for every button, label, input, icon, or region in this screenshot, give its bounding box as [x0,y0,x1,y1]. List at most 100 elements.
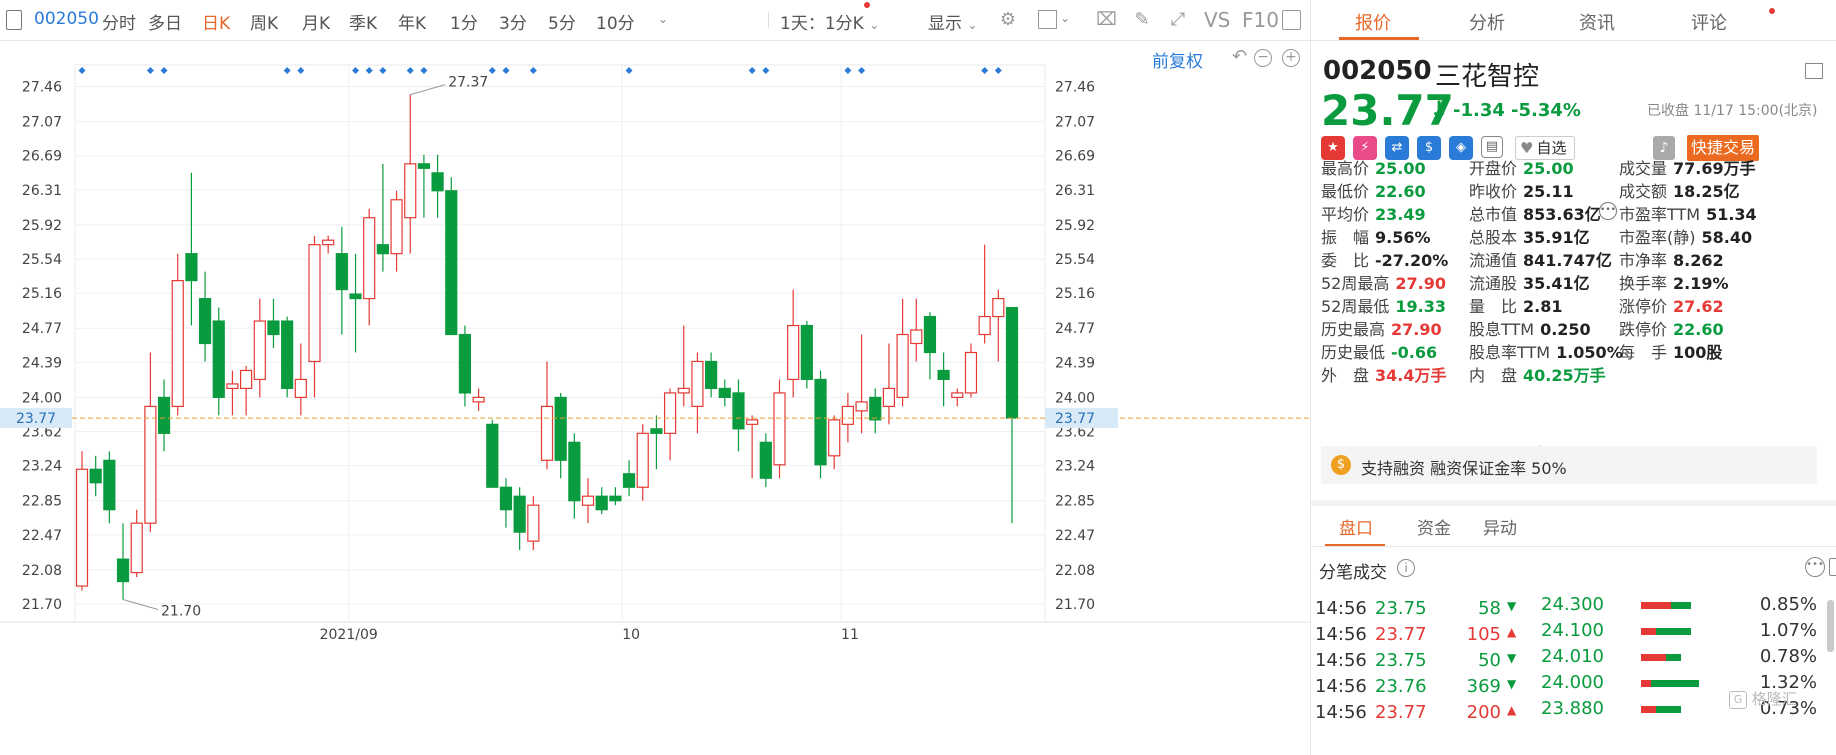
expand-icon[interactable] [1829,558,1836,576]
candle[interactable] [171,253,184,416]
event-marker[interactable] [981,67,989,74]
event-marker[interactable] [858,67,866,74]
undo-icon[interactable]: ↶ [1232,46,1247,67]
candle[interactable] [527,496,540,551]
display-select[interactable]: 显示 ⌄ [928,9,977,34]
candlestick-chart[interactable]: 27.46 27.07 26.69 26.31 25.92 25.54 25.16 24.77… [0,40,1310,755]
period-tab-9[interactable]: 5分 [548,9,576,34]
candle[interactable] [431,154,444,218]
candle[interactable] [705,352,718,398]
panel-collapse-icon[interactable] [1282,10,1301,30]
candle[interactable] [568,433,581,519]
candle[interactable] [746,415,759,479]
tab-2[interactable]: 资讯 [1579,9,1615,35]
event-marker[interactable] [283,67,291,74]
candle[interactable] [773,379,786,479]
candle[interactable] [281,316,294,398]
candle[interactable] [595,487,608,515]
camera-icon[interactable]: ⌧ [1096,10,1117,30]
candle[interactable] [253,298,266,398]
candle[interactable] [417,154,431,218]
period-tab-3[interactable]: 周K [250,9,278,34]
candle[interactable] [75,451,89,591]
period-tab-6[interactable]: 年K [398,9,426,34]
candle[interactable] [294,343,307,416]
candle[interactable] [787,289,800,398]
candle[interactable] [869,388,882,434]
candle[interactable] [964,343,978,398]
event-marker[interactable] [146,67,154,74]
event-marker[interactable] [748,67,756,74]
sidebar-toggle-icon[interactable] [6,10,22,30]
period-tab-8[interactable]: 3分 [499,9,527,34]
candle[interactable] [322,235,335,254]
layout-icon[interactable] [1805,63,1823,79]
candle[interactable] [212,307,225,416]
candle[interactable] [513,487,526,551]
subtab-1[interactable]: 资金 [1417,514,1451,539]
more-icon[interactable]: ••• [1599,202,1617,220]
candle[interactable] [923,312,937,380]
candle[interactable] [486,419,499,488]
candle[interactable] [581,478,595,524]
chevron-down-icon[interactable]: ⌄ [1060,11,1070,25]
event-marker[interactable] [406,67,414,74]
candle[interactable] [185,172,198,326]
candle[interactable] [103,451,116,524]
candle[interactable] [226,370,239,416]
candle[interactable] [937,352,950,407]
candle[interactable] [472,388,485,411]
event-marker[interactable] [160,67,168,74]
candle[interactable] [828,415,841,470]
candle[interactable] [718,379,731,407]
candle[interactable] [910,298,923,362]
event-marker[interactable] [994,67,1002,74]
period-tab-4[interactable]: 月K [302,9,330,34]
tab-1[interactable]: 分析 [1469,9,1505,35]
period-tab-5[interactable]: 季K [349,9,377,34]
candle[interactable] [691,352,704,434]
color-box-icon[interactable] [1038,10,1057,29]
candle[interactable] [882,343,896,425]
candle[interactable] [130,509,143,578]
candle[interactable] [499,478,513,528]
fullscreen-icon[interactable]: ⤢ [1168,10,1188,30]
candle[interactable] [814,370,827,479]
more-options-icon[interactable]: ••• [1805,557,1825,577]
candle[interactable] [951,388,964,407]
period-tab-2[interactable]: 日K [202,9,230,34]
candle[interactable] [677,325,690,407]
event-marker[interactable] [529,67,537,74]
tab-3[interactable]: 评论 [1691,9,1727,35]
candle[interactable] [335,226,348,335]
candle[interactable] [458,325,472,407]
range-select[interactable]: 1天：1分K ⌄ [780,9,879,34]
candle[interactable] [540,361,554,470]
adjust-mode-button[interactable]: 前复权 [1152,47,1203,72]
scrollbar-thumb[interactable] [1827,600,1834,652]
zoom-out-icon[interactable]: − [1254,49,1272,67]
candle[interactable] [144,352,157,533]
candle[interactable] [896,298,909,407]
candle[interactable] [759,433,772,488]
candle[interactable] [732,379,745,452]
candle[interactable] [992,289,1005,362]
event-marker[interactable] [502,67,510,74]
info-icon[interactable]: i [1397,559,1415,577]
period-tab-1[interactable]: 多日 [148,9,182,34]
candle[interactable] [349,253,362,353]
event-marker[interactable] [488,67,496,74]
event-marker[interactable] [297,67,305,74]
candle[interactable] [1005,306,1019,524]
candle[interactable] [240,365,253,416]
candle[interactable] [800,321,813,389]
candle[interactable] [445,177,458,336]
event-marker[interactable] [78,67,86,74]
subtab-2[interactable]: 异动 [1483,514,1517,539]
settings-gear-icon[interactable]: ⚙ [998,10,1018,30]
candle[interactable] [157,379,171,452]
event-marker[interactable] [625,67,633,74]
period-tab-7[interactable]: 1分 [450,9,478,34]
event-marker[interactable] [365,67,373,74]
candle[interactable] [89,455,102,497]
